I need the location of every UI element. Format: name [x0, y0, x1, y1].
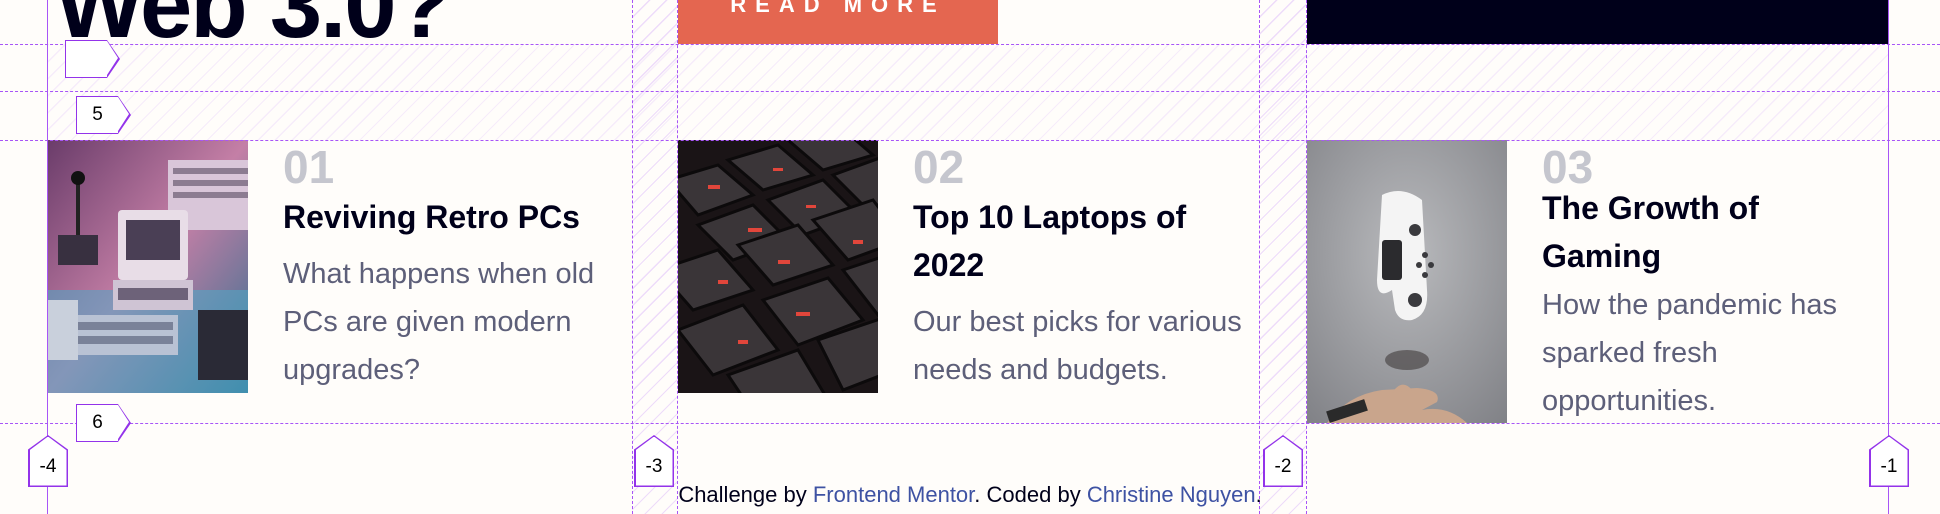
frontend-mentor-link[interactable]: Frontend Mentor — [813, 482, 974, 507]
grid-row-line — [0, 44, 1940, 45]
article-number: 02 — [913, 141, 965, 193]
attribution-footer: Challenge by Frontend Mentor. Coded by C… — [678, 482, 1262, 507]
grid-col-label: -3 — [634, 435, 674, 487]
new-section-panel — [1307, 0, 1888, 44]
grid-col-label: -2 — [1263, 435, 1303, 487]
grid-row-line — [0, 423, 1940, 424]
read-more-label: READ MORE — [730, 0, 946, 17]
grid-col-label: -1 — [1869, 435, 1909, 487]
grid-col-line — [677, 0, 678, 514]
article-title[interactable]: Top 10 Laptops of 2022 — [913, 193, 1253, 289]
grid-col-line — [1259, 0, 1260, 514]
article-title[interactable]: The Growth of Gaming — [1542, 184, 1882, 280]
grid-row-label — [65, 39, 120, 78]
article-image-retro-pc[interactable] — [48, 140, 248, 393]
article-description: What happens when old PCs are given mode… — [283, 258, 595, 386]
grid-row-label: 5 — [76, 95, 131, 134]
grid-gap-overlay-row — [48, 44, 1888, 140]
grid-row-line — [0, 91, 1940, 92]
article-description: How the pandemic has sparked fresh oppor… — [1542, 289, 1837, 417]
article-title[interactable]: Reviving Retro PCs — [283, 193, 623, 241]
article-number: 01 — [283, 141, 335, 193]
grid-row-label: 6 — [76, 403, 131, 442]
article-image-controller[interactable] — [1307, 140, 1507, 423]
grid-col-line — [1306, 0, 1307, 514]
grid-col-label: -4 — [28, 435, 68, 487]
article-description: Our best picks for various needs and bud… — [913, 306, 1242, 386]
author-link[interactable]: Christine Nguyen — [1087, 482, 1256, 507]
read-more-button[interactable]: READ MORE — [678, 0, 998, 44]
grid-col-line — [632, 0, 633, 514]
grid-row-line — [0, 140, 1940, 141]
article-image-laptop[interactable] — [678, 140, 878, 393]
